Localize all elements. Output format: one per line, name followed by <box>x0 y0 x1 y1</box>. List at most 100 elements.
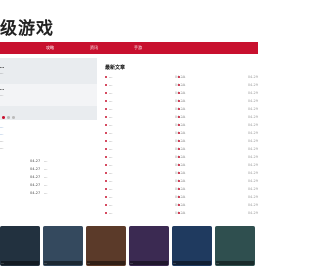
news-row[interactable]: …04-29 <box>178 81 258 89</box>
news-row[interactable]: …04-29 <box>178 105 258 113</box>
featured-title[interactable]: … <box>0 64 4 69</box>
news-title[interactable]: … <box>182 185 242 193</box>
card2-title[interactable]: … <box>0 86 4 91</box>
news-title[interactable]: … <box>182 153 242 161</box>
news-title[interactable]: … <box>109 177 169 185</box>
left-mini-row[interactable]: 04-27 … <box>0 182 97 189</box>
news-row[interactable]: …04-29 <box>105 129 185 137</box>
mini-text[interactable]: … <box>44 190 48 197</box>
news-title[interactable]: … <box>109 121 169 129</box>
news-row[interactable]: …04-29 <box>178 177 258 185</box>
news-row[interactable]: …04-29 <box>105 105 185 113</box>
left-mini-row[interactable]: 04-27 … <box>0 174 97 181</box>
news-row[interactable]: …04-29 <box>178 153 258 161</box>
news-title[interactable]: … <box>109 105 169 113</box>
news-row[interactable]: …04-29 <box>105 177 185 185</box>
news-title[interactable]: … <box>109 73 169 81</box>
mini-text[interactable]: … <box>44 174 48 181</box>
news-row[interactable]: …04-29 <box>105 137 185 145</box>
news-title[interactable]: … <box>182 81 242 89</box>
news-title[interactable]: … <box>182 97 242 105</box>
news-title[interactable]: … <box>182 161 242 169</box>
news-title[interactable]: … <box>182 73 242 81</box>
news-title[interactable]: … <box>109 169 169 177</box>
news-title[interactable]: … <box>182 121 242 129</box>
mini-text[interactable]: … <box>44 166 48 173</box>
thumbnail-card[interactable]: … <box>86 226 126 266</box>
slider-dot-3[interactable] <box>12 116 15 119</box>
thumbnail-card[interactable]: … <box>215 226 255 266</box>
nav-item-5[interactable]: 资讯 <box>90 43 98 53</box>
left-mini-row[interactable]: 04-27 … <box>0 190 97 197</box>
news-title[interactable]: … <box>182 193 242 201</box>
mini-text[interactable]: … <box>44 158 48 165</box>
news-row[interactable]: …04-29 <box>105 97 185 105</box>
news-row[interactable]: …04-29 <box>105 209 185 217</box>
news-row[interactable]: …04-29 <box>105 185 185 193</box>
news-row[interactable]: …04-29 <box>105 81 185 89</box>
news-title[interactable]: … <box>109 153 169 161</box>
news-row[interactable]: …04-29 <box>105 89 185 97</box>
left-headline-2[interactable]: … <box>0 131 97 138</box>
news-row[interactable]: …04-29 <box>178 73 258 81</box>
news-row[interactable]: …04-29 <box>178 185 258 193</box>
left-headline-1[interactable]: … <box>0 124 97 131</box>
news-row[interactable]: …04-29 <box>105 161 185 169</box>
news-row[interactable]: …04-29 <box>105 153 185 161</box>
featured-card-secondary[interactable]: … … <box>0 84 97 106</box>
news-row[interactable]: …04-29 <box>105 121 185 129</box>
news-row[interactable]: …04-29 <box>178 129 258 137</box>
news-title[interactable]: … <box>182 105 242 113</box>
news-title[interactable]: … <box>182 137 242 145</box>
news-title[interactable]: … <box>182 113 242 121</box>
news-row[interactable]: …04-29 <box>178 113 258 121</box>
mini-text[interactable]: … <box>44 182 48 189</box>
thumbnail-card[interactable]: … <box>129 226 169 266</box>
news-row[interactable]: …04-29 <box>105 145 185 153</box>
news-row[interactable]: …04-29 <box>178 193 258 201</box>
news-title[interactable]: … <box>109 113 169 121</box>
thumbnail-card[interactable]: … <box>0 226 40 266</box>
news-row[interactable]: …04-29 <box>178 89 258 97</box>
news-title[interactable]: … <box>109 201 169 209</box>
site-logo[interactable]: 级游戏 <box>0 14 54 39</box>
slider-dot-2[interactable] <box>7 116 10 119</box>
news-title[interactable]: … <box>182 209 242 217</box>
news-title[interactable]: … <box>109 137 169 145</box>
nav-item-7[interactable]: 手游 <box>134 43 142 53</box>
news-row[interactable]: …04-29 <box>105 169 185 177</box>
news-title[interactable]: … <box>109 193 169 201</box>
left-mini-row[interactable]: 04-27 … <box>0 166 97 173</box>
news-row[interactable]: …04-29 <box>178 97 258 105</box>
news-title[interactable]: … <box>109 81 169 89</box>
left-headline-3[interactable]: … <box>0 138 97 145</box>
news-title[interactable]: … <box>182 201 242 209</box>
slider-dot-1[interactable] <box>2 116 5 119</box>
news-row[interactable]: …04-29 <box>178 201 258 209</box>
news-title[interactable]: … <box>109 209 169 217</box>
news-title[interactable]: … <box>109 97 169 105</box>
news-title[interactable]: … <box>109 161 169 169</box>
news-title[interactable]: … <box>182 145 242 153</box>
news-row[interactable]: …04-29 <box>105 193 185 201</box>
news-title[interactable]: … <box>182 177 242 185</box>
left-headline-4[interactable]: … <box>0 145 97 152</box>
news-row[interactable]: …04-29 <box>105 113 185 121</box>
thumbnail-card[interactable]: … <box>172 226 212 266</box>
featured-slider[interactable]: … … … … <box>0 58 97 120</box>
news-row[interactable]: …04-29 <box>178 121 258 129</box>
news-title[interactable]: … <box>182 89 242 97</box>
news-row[interactable]: …04-29 <box>105 201 185 209</box>
news-row[interactable]: …04-29 <box>178 161 258 169</box>
news-title[interactable]: … <box>109 185 169 193</box>
news-title[interactable]: … <box>182 129 242 137</box>
news-row[interactable]: …04-29 <box>178 169 258 177</box>
news-title[interactable]: … <box>109 145 169 153</box>
news-row[interactable]: …04-29 <box>178 145 258 153</box>
nav-item-3[interactable]: 攻略 <box>46 43 54 53</box>
news-row[interactable]: …04-29 <box>178 209 258 217</box>
thumbnail-card[interactable]: … <box>43 226 83 266</box>
news-row[interactable]: …04-29 <box>178 137 258 145</box>
news-title[interactable]: … <box>109 129 169 137</box>
news-row[interactable]: …04-29 <box>105 73 185 81</box>
